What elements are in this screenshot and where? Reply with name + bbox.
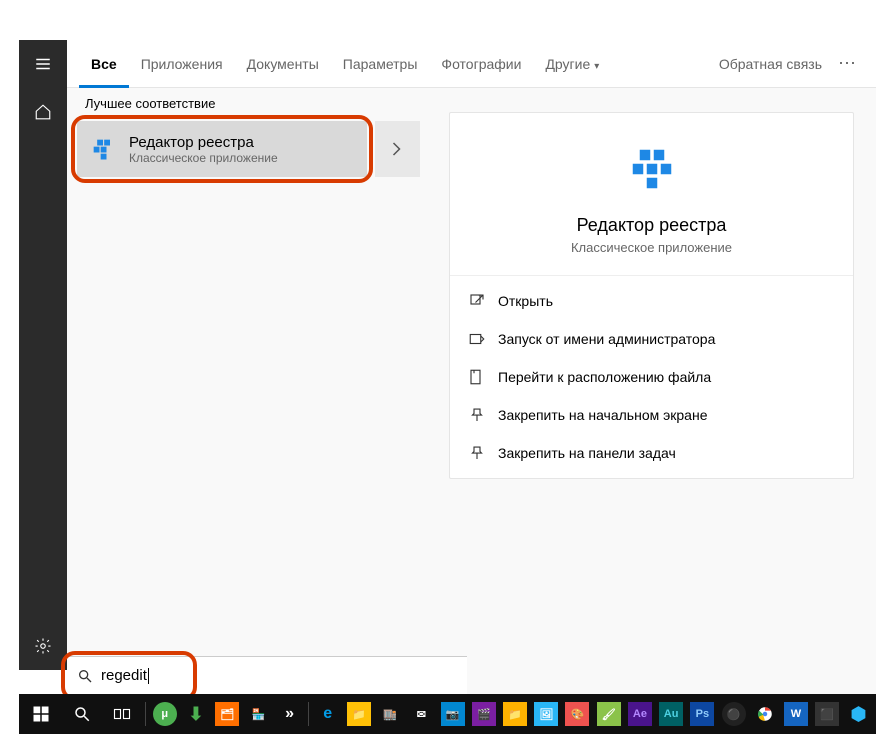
- taskbar-app[interactable]: 📁: [499, 694, 530, 734]
- tab-all[interactable]: Все: [79, 40, 129, 88]
- detail-subtitle: Классическое приложение: [571, 240, 732, 255]
- regedit-large-icon: [624, 141, 680, 197]
- taskbar-app[interactable]: μ: [149, 694, 180, 734]
- folder-icon: [468, 368, 486, 386]
- action-file-location[interactable]: Перейти к расположению файла: [450, 358, 853, 396]
- feedback-link[interactable]: Обратная связь: [711, 56, 830, 72]
- task-view-button[interactable]: [102, 694, 142, 734]
- tab-settings[interactable]: Параметры: [331, 40, 430, 88]
- search-button[interactable]: [61, 694, 101, 734]
- taskbar-app[interactable]: »: [274, 694, 305, 734]
- detail-title: Редактор реестра: [577, 215, 727, 236]
- best-match-header: Лучшее соответствие: [67, 88, 427, 117]
- start-button[interactable]: [21, 694, 61, 734]
- taskbar-app[interactable]: Au: [656, 694, 687, 734]
- taskbar-app[interactable]: 🖌: [593, 694, 624, 734]
- shield-icon: [468, 330, 486, 348]
- action-pin-taskbar[interactable]: Закрепить на панели задач: [450, 434, 853, 472]
- ellipsis-button[interactable]: ⋯: [830, 53, 864, 74]
- action-label: Закрепить на панели задач: [498, 445, 676, 461]
- expand-arrow-button[interactable]: [375, 121, 420, 177]
- action-label: Закрепить на начальном экране: [498, 407, 708, 423]
- taskbar-app[interactable]: Ae: [624, 694, 655, 734]
- taskbar-app[interactable]: 🎬: [468, 694, 499, 734]
- taskbar-app[interactable]: ⬢: [843, 694, 874, 734]
- open-icon: [468, 292, 486, 310]
- search-result-regedit[interactable]: Редактор реестра Классическое приложение: [77, 121, 367, 177]
- action-open[interactable]: Открыть: [450, 282, 853, 320]
- taskbar-app[interactable]: 🏬: [375, 694, 406, 734]
- settings-gear-button[interactable]: [19, 622, 67, 670]
- search-input[interactable]: regedit: [101, 667, 147, 684]
- text-cursor: [148, 668, 149, 684]
- taskbar-app[interactable]: 📁: [343, 694, 374, 734]
- chevron-down-icon: ▾: [594, 61, 599, 72]
- tab-documents[interactable]: Документы: [235, 40, 331, 88]
- action-pin-start[interactable]: Закрепить на начальном экране: [450, 396, 853, 434]
- taskbar-app[interactable]: 🖼: [531, 694, 562, 734]
- taskbar-divider: [145, 702, 146, 726]
- taskbar-app[interactable]: e: [312, 694, 343, 734]
- taskbar-divider: [308, 702, 309, 726]
- pin-icon: [468, 406, 486, 424]
- hamburger-button[interactable]: [19, 40, 67, 88]
- taskbar-app[interactable]: [749, 694, 780, 734]
- action-label: Открыть: [498, 293, 553, 309]
- search-results-area: Лучшее соответствие Редактор реестра Кла…: [67, 88, 876, 694]
- start-rail: [19, 40, 67, 670]
- results-column: Лучшее соответствие Редактор реестра Кла…: [67, 88, 427, 694]
- action-run-admin[interactable]: Запуск от имени администратора: [450, 320, 853, 358]
- taskbar-app[interactable]: ⬇: [180, 694, 211, 734]
- action-label: Запуск от имени администратора: [498, 331, 715, 347]
- tab-apps[interactable]: Приложения: [129, 40, 235, 88]
- taskbar-app[interactable]: 🏪: [243, 694, 274, 734]
- detail-card: Редактор реестра Классическое приложение…: [449, 112, 854, 479]
- taskbar-app[interactable]: ⚫: [718, 694, 749, 734]
- regedit-icon: [89, 135, 117, 163]
- action-list: Открыть Запуск от имени администратора П…: [450, 276, 853, 478]
- taskbar-app[interactable]: 🗂: [212, 694, 243, 734]
- search-icon: [77, 668, 93, 684]
- taskbar-app[interactable]: ⬛: [812, 694, 843, 734]
- tab-more[interactable]: Другие▾: [533, 40, 611, 88]
- pin-icon: [468, 444, 486, 462]
- result-title: Редактор реестра: [129, 134, 278, 151]
- result-subtitle: Классическое приложение: [129, 151, 278, 165]
- search-filter-tabs: Все Приложения Документы Параметры Фотог…: [67, 40, 876, 88]
- tab-photos[interactable]: Фотографии: [429, 40, 533, 88]
- home-button[interactable]: [19, 88, 67, 136]
- taskbar-app[interactable]: W: [780, 694, 811, 734]
- taskbar: μ ⬇ 🗂 🏪 » e 📁 🏬 ✉ 📷 🎬 📁 🖼 🎨 🖌 Ae Au Ps ⚫…: [19, 694, 876, 734]
- action-label: Перейти к расположению файла: [498, 369, 711, 385]
- taskbar-app[interactable]: 🎨: [562, 694, 593, 734]
- search-box[interactable]: regedit: [67, 656, 467, 694]
- taskbar-app[interactable]: Ps: [687, 694, 718, 734]
- taskbar-app[interactable]: 📷: [437, 694, 468, 734]
- detail-panel: Редактор реестра Классическое приложение…: [427, 88, 876, 694]
- taskbar-app[interactable]: ✉: [406, 694, 437, 734]
